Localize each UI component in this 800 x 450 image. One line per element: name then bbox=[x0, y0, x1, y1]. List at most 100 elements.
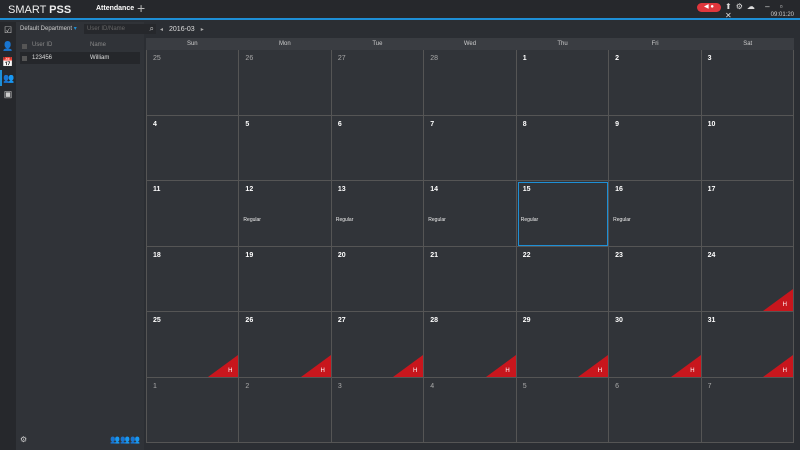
calendar-day[interactable]: 2 bbox=[609, 50, 701, 116]
select-all-checkbox[interactable] bbox=[22, 44, 27, 49]
col-name: Name bbox=[90, 40, 106, 51]
calendar-day[interactable]: 22 bbox=[517, 247, 609, 313]
user-panel: Default Department ▾ User ID/Name⌕ User … bbox=[16, 22, 144, 450]
weekday-header: SunMonTueWedThuFriSat bbox=[146, 38, 794, 50]
day-number: 25 bbox=[153, 55, 161, 62]
calendar-day[interactable]: 28 bbox=[424, 50, 516, 116]
shift-label: Regular bbox=[336, 217, 354, 223]
calendar-day[interactable]: 23 bbox=[609, 247, 701, 313]
day-number: 4 bbox=[430, 383, 434, 390]
calendar-day[interactable]: 17 bbox=[702, 181, 794, 247]
calendar-day[interactable]: 27 H bbox=[332, 312, 424, 378]
calendar-day[interactable]: 24H bbox=[702, 247, 794, 313]
calendar-day[interactable]: 10 bbox=[702, 116, 794, 182]
calendar-day[interactable]: 16Regular bbox=[609, 181, 701, 247]
calendar-day[interactable]: 30H bbox=[609, 312, 701, 378]
calendar-day[interactable]: 1 bbox=[147, 378, 239, 444]
calendar-day[interactable]: 12Regular bbox=[239, 181, 331, 247]
day-number: 30 bbox=[615, 317, 623, 324]
calendar-day[interactable]: 5 bbox=[517, 378, 609, 444]
day-number: 10 bbox=[708, 121, 716, 128]
calendar-day[interactable]: 6 bbox=[609, 378, 701, 444]
add-tab-button[interactable]: + bbox=[137, 0, 145, 16]
day-number: 1 bbox=[153, 383, 157, 390]
list-item[interactable]: 123456 William bbox=[20, 52, 140, 64]
calendar-day[interactable]: 11 bbox=[147, 181, 239, 247]
calendar-day[interactable]: 29H bbox=[517, 312, 609, 378]
next-month-button[interactable]: ▸ bbox=[201, 27, 204, 33]
day-number: 15 bbox=[523, 186, 531, 193]
day-number: 23 bbox=[615, 252, 623, 259]
day-number: 5 bbox=[523, 383, 527, 390]
user-name: William bbox=[90, 52, 109, 64]
day-number: 17 bbox=[708, 186, 716, 193]
day-number: 31 bbox=[708, 317, 716, 324]
day-number: 2 bbox=[615, 55, 619, 62]
calendar-day[interactable]: 13 Regular bbox=[332, 181, 424, 247]
holiday-mark: H bbox=[413, 368, 417, 374]
rail-calendar-icon[interactable]: 📅 bbox=[0, 54, 16, 70]
calendar-day[interactable]: 7 bbox=[424, 116, 516, 182]
settings-icon[interactable]: ⚙ bbox=[20, 435, 27, 444]
calendar-day[interactable]: 26 bbox=[239, 50, 331, 116]
calendar-day[interactable]: 14Regular bbox=[424, 181, 516, 247]
rail-attendance-icon[interactable]: ☑ bbox=[0, 22, 16, 38]
holiday-flag bbox=[208, 355, 238, 377]
day-number: 27 bbox=[338, 317, 346, 324]
day-number: 16 bbox=[615, 186, 623, 193]
search-input[interactable]: User ID/Name⌕ bbox=[84, 24, 156, 34]
day-number: 2 bbox=[245, 383, 249, 390]
shift-label: Regular bbox=[521, 217, 539, 223]
tab-attendance[interactable]: Attendance bbox=[96, 5, 134, 12]
day-number: 24 bbox=[708, 252, 716, 259]
col-user-id: User ID bbox=[32, 40, 52, 51]
calendar-day[interactable]: 3 bbox=[332, 378, 424, 444]
holiday-mark: H bbox=[783, 368, 787, 374]
day-number: 7 bbox=[708, 383, 712, 390]
calendar-day[interactable]: 31 H bbox=[702, 312, 794, 378]
calendar-day[interactable]: 25H bbox=[147, 312, 239, 378]
user-id: 123456 bbox=[32, 52, 52, 64]
alarm-button[interactable]: ◀ ● bbox=[697, 3, 721, 12]
weekday-label: Fri bbox=[609, 38, 702, 50]
calendar-day[interactable]: 25 bbox=[147, 50, 239, 116]
calendar-day[interactable]: 5 bbox=[239, 116, 331, 182]
calendar-day[interactable]: 19 bbox=[239, 247, 331, 313]
panel-footer: ⚙ 👥👥👥 bbox=[20, 435, 140, 444]
calendar-day[interactable]: 7 bbox=[702, 378, 794, 444]
calendar-day[interactable]: 8 bbox=[517, 116, 609, 182]
calendar-day[interactable]: 20 bbox=[332, 247, 424, 313]
side-rail: ☑ 👤 📅 👥 ▣ bbox=[0, 22, 16, 450]
day-number: 26 bbox=[245, 55, 253, 62]
calendar-day[interactable]: 2 bbox=[239, 378, 331, 444]
day-number: 1 bbox=[523, 55, 527, 62]
calendar-day[interactable]: 26H bbox=[239, 312, 331, 378]
app-logo: SMART PSS bbox=[8, 4, 71, 16]
department-select[interactable]: Default Department ▾ bbox=[20, 25, 77, 32]
weekday-label: Sun bbox=[146, 38, 239, 50]
calendar-day[interactable]: 1 bbox=[517, 50, 609, 116]
rail-users-icon[interactable]: 👥 bbox=[0, 70, 16, 86]
day-number: 6 bbox=[338, 121, 342, 128]
chevron-down-icon: ▾ bbox=[74, 26, 77, 32]
calendar-day[interactable]: 4 bbox=[424, 378, 516, 444]
day-number: 8 bbox=[523, 121, 527, 128]
calendar-day[interactable]: 3 bbox=[702, 50, 794, 116]
holiday-mark: H bbox=[505, 368, 509, 374]
calendar-day[interactable]: 6 bbox=[332, 116, 424, 182]
calendar-day[interactable]: 28H bbox=[424, 312, 516, 378]
prev-month-button[interactable]: ◂ bbox=[160, 27, 163, 33]
day-number: 13 bbox=[338, 186, 346, 193]
calendar-day[interactable]: 4 bbox=[147, 116, 239, 182]
rail-report-icon[interactable]: ▣ bbox=[0, 86, 16, 102]
calendar-day[interactable]: 9 bbox=[609, 116, 701, 182]
calendar-day[interactable]: 18 bbox=[147, 247, 239, 313]
row-checkbox[interactable] bbox=[22, 56, 27, 61]
calendar-day[interactable]: 21 bbox=[424, 247, 516, 313]
holiday-flag bbox=[301, 355, 331, 377]
rail-user-icon[interactable]: 👤 bbox=[0, 38, 16, 54]
department-label: Default Department bbox=[20, 26, 72, 32]
user-actions-icons[interactable]: 👥👥👥 bbox=[110, 435, 140, 444]
calendar-day[interactable]: 27 bbox=[332, 50, 424, 116]
calendar-day[interactable]: 15 Regular bbox=[517, 181, 609, 247]
